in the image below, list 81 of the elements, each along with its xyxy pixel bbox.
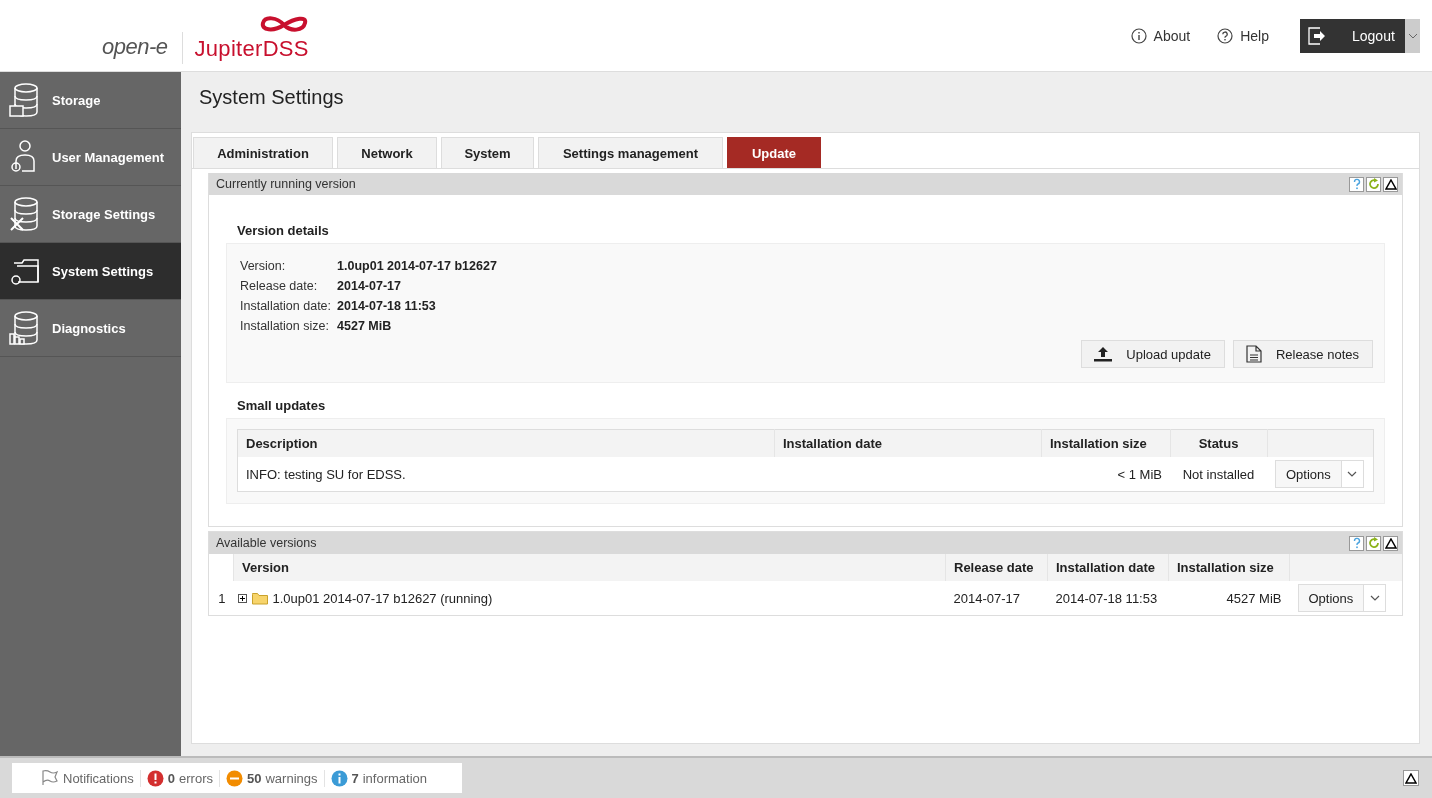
section-title: Version details: [237, 223, 330, 238]
options-dropdown-button[interactable]: [1341, 460, 1364, 488]
table-cell: 4527 MiB: [1168, 581, 1290, 615]
product-name: JupiterDSS: [194, 35, 309, 62]
database-icon: [8, 196, 40, 232]
triangle-icon: [1384, 178, 1397, 190]
notification-count[interactable]: 7: [351, 770, 359, 786]
logout-icon: [1308, 26, 1328, 45]
brand-logo-text: open-e: [102, 33, 168, 60]
expand-icon[interactable]: [237, 593, 247, 603]
upload-button[interactable]: Upload update: [1081, 340, 1225, 368]
help-button[interactable]: [1349, 535, 1364, 551]
column-header: Installation size: [1168, 554, 1290, 581]
help-icon: [1217, 27, 1234, 44]
detail-value: 1.0up01 2014-07-17 b12627: [337, 258, 498, 274]
sidebar-item[interactable]: Diagnostics: [0, 300, 181, 357]
column-header: Status: [1170, 429, 1267, 457]
table-cell: 2014-07-18 11:53: [1047, 581, 1169, 615]
tab[interactable]: Network: [337, 137, 437, 168]
release-notes-button[interactable]: Release notes: [1232, 340, 1373, 368]
sidebar-item[interactable]: System Settings: [0, 243, 181, 300]
header-link[interactable]: Help: [1217, 27, 1269, 44]
section-title: Small updates: [237, 398, 327, 413]
tab[interactable]: Administration: [193, 137, 333, 168]
refresh-icon: [1367, 178, 1380, 190]
table-cell: INFO: testing SU for EDSS.: [237, 457, 775, 492]
page-title: System Settings: [198, 85, 345, 110]
collapse-button[interactable]: [1383, 176, 1398, 192]
triangle-icon: [1384, 537, 1397, 549]
help-icon: [1351, 537, 1362, 549]
notification-label[interactable]: warnings: [265, 770, 318, 786]
column-header: Installation size: [1041, 429, 1170, 457]
caret-icon: [1369, 595, 1380, 601]
column-header: Installation date: [774, 429, 1042, 457]
triangle-icon: [1405, 772, 1417, 784]
expand-button[interactable]: [1403, 770, 1419, 786]
options-dropdown-button[interactable]: [1364, 584, 1387, 612]
caret-icon: [1407, 32, 1418, 39]
detail-label: Release date:: [240, 278, 319, 294]
table-cell: < 1 MiB: [1041, 457, 1170, 492]
detail-label: Version:: [240, 258, 287, 274]
table-cell: 2014-07-17: [945, 581, 1048, 615]
help-button[interactable]: [1349, 176, 1364, 192]
detail-value: 2014-07-18 11:53: [337, 298, 437, 314]
tab[interactable]: Update: [727, 137, 821, 168]
header-link[interactable]: About: [1130, 27, 1191, 44]
notification-label[interactable]: information: [362, 770, 428, 786]
options-button[interactable]: Options: [1275, 460, 1342, 488]
column-header: Description: [237, 429, 775, 457]
caret-icon: [1347, 471, 1358, 477]
logout-button[interactable]: Logout: [1300, 18, 1405, 53]
table-cell: Not installed: [1170, 457, 1267, 492]
help-icon: [1351, 178, 1362, 190]
database-icon: [8, 310, 40, 346]
logout-dropdown-button[interactable]: [1405, 18, 1420, 53]
table-cell: 1.0up01 2014-07-17 b12627 (running): [272, 590, 493, 606]
info-icon: [1130, 27, 1147, 44]
detail-label: Installation date:: [240, 298, 332, 314]
database-icon: [8, 82, 40, 118]
tab[interactable]: System: [441, 137, 534, 168]
notifications-label[interactable]: Notifications: [63, 770, 134, 786]
collapse-button[interactable]: [1383, 535, 1398, 551]
panel-title: Currently running version: [216, 177, 356, 191]
panel-title: Available versions: [216, 536, 317, 550]
notification-label[interactable]: errors: [179, 770, 213, 786]
column-header: Installation date: [1047, 554, 1169, 581]
upload-icon: [1094, 346, 1113, 362]
tab[interactable]: Settings management: [538, 137, 723, 168]
detail-value: 2014-07-17: [337, 278, 402, 294]
detail-label: Installation size:: [240, 318, 330, 334]
notification-count[interactable]: 0: [167, 770, 176, 786]
refresh-icon: [1367, 537, 1380, 549]
options-button[interactable]: Options: [1297, 584, 1365, 612]
document-icon: [1245, 345, 1262, 363]
folder-icon: [251, 591, 268, 605]
sidebar-item[interactable]: Storage: [0, 72, 181, 129]
detail-value: 4527 MiB: [337, 318, 393, 334]
column-header: Release date: [945, 554, 1048, 581]
flag-icon: [41, 770, 59, 786]
notification-count[interactable]: 50: [247, 770, 262, 786]
column-header: Version: [233, 554, 946, 581]
